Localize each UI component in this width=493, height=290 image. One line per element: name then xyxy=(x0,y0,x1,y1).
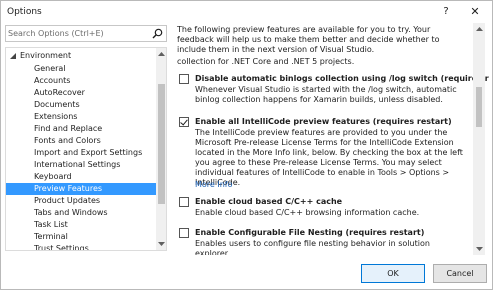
tree-item-label: Tabs and Windows xyxy=(34,208,108,217)
tree-item-label: Accounts xyxy=(34,76,71,85)
tree-item-label: Keyboard xyxy=(34,172,72,181)
tree-item-label: General xyxy=(34,64,66,73)
tree-item-trust-settings[interactable]: Trust Settings xyxy=(6,243,156,251)
tree-scrollbar[interactable] xyxy=(156,48,166,250)
scroll-down-arrow-icon[interactable] xyxy=(476,245,483,253)
tree-item-label: AutoRecover xyxy=(34,88,85,97)
tree-item-terminal[interactable]: Terminal xyxy=(6,231,156,243)
tree-item-autorecover[interactable]: AutoRecover xyxy=(6,87,156,99)
tree-item-tabs-and-windows[interactable]: Tabs and Windows xyxy=(6,207,156,219)
tree-item-general[interactable]: General xyxy=(6,63,156,75)
scroll-up-arrow-icon[interactable] xyxy=(158,50,165,58)
tree-item-label: Extensions xyxy=(34,112,78,121)
ok-button[interactable]: OK xyxy=(361,264,425,283)
scroll-up-arrow-icon[interactable] xyxy=(476,25,483,33)
tree-scroll-thumb[interactable] xyxy=(158,84,165,204)
feature-description: Enables users to configure file nesting … xyxy=(195,239,430,255)
intro-text: The following preview features are avail… xyxy=(177,25,440,54)
feature-checkbox[interactable] xyxy=(179,228,189,238)
feature-checkbox[interactable] xyxy=(179,74,189,84)
tree-item-preview-features[interactable]: Preview Features xyxy=(6,183,156,195)
title-bar: Options ? ✕ xyxy=(1,1,492,23)
tree-item-label: Task List xyxy=(34,220,68,229)
options-dialog: Options ? ✕ Environment General Accounts… xyxy=(0,0,493,290)
feature-checkbox[interactable] xyxy=(179,117,189,127)
preview-features-panel: The following preview features are avail… xyxy=(173,23,489,255)
tree-item-keyboard[interactable]: Keyboard xyxy=(6,171,156,183)
feature-description: Enable cloud based C/C++ browsing inform… xyxy=(195,208,420,217)
tree-item-label: Preview Features xyxy=(34,184,103,193)
clipped-description: collection for .NET Core and .NET 5 proj… xyxy=(177,57,355,66)
content-scroll-thumb[interactable] xyxy=(476,87,482,127)
tree-item-find-and-replace[interactable]: Find and Replace xyxy=(6,123,156,135)
tree-item-accounts[interactable]: Accounts xyxy=(6,75,156,87)
window-title: Options xyxy=(7,7,42,17)
feature-title[interactable]: Enable all IntelliCode preview features … xyxy=(195,116,452,127)
feature-description: Whenever Visual Studio is started with t… xyxy=(195,85,457,104)
tree-item-product-updates[interactable]: Product Updates xyxy=(6,195,156,207)
options-tree: Environment General Accounts AutoRecover… xyxy=(5,47,167,251)
tree-item-documents[interactable]: Documents xyxy=(6,99,156,111)
feature-title[interactable]: Enable Configurable File Nesting (requir… xyxy=(195,227,424,238)
help-button[interactable]: ? xyxy=(438,4,454,20)
tree-item-international-settings[interactable]: International Settings xyxy=(6,159,156,171)
cancel-button[interactable]: Cancel xyxy=(433,264,487,283)
feature-title[interactable]: Enable cloud based C/C++ cache xyxy=(195,196,342,207)
content-scrollbar[interactable] xyxy=(473,23,485,255)
tree-item-label: Terminal xyxy=(34,232,68,241)
scroll-down-arrow-icon[interactable] xyxy=(158,240,165,248)
tree-item-import-export-settings[interactable]: Import and Export Settings xyxy=(6,147,156,159)
search-box[interactable] xyxy=(5,25,167,42)
feature-checkbox[interactable] xyxy=(179,197,189,207)
options-navigation: Environment General Accounts AutoRecover… xyxy=(5,25,167,251)
close-button[interactable]: ✕ xyxy=(467,4,483,20)
more-info-link[interactable]: More Info xyxy=(195,180,233,189)
feature-description: The IntelliCode preview features are pro… xyxy=(195,128,463,187)
tree-item-task-list[interactable]: Task List xyxy=(6,219,156,231)
feature-title[interactable]: Disable automatic binlogs collection usi… xyxy=(195,73,489,84)
tree-item-label: Documents xyxy=(34,100,80,109)
search-icon[interactable] xyxy=(152,28,163,39)
expanded-triangle-icon[interactable] xyxy=(10,53,16,59)
search-input[interactable] xyxy=(8,27,148,40)
tree-item-label: Trust Settings xyxy=(34,244,89,251)
tree-item-label: Fonts and Colors xyxy=(34,136,101,145)
tree-item-label: Environment xyxy=(20,51,72,60)
tree-item-fonts-and-colors[interactable]: Fonts and Colors xyxy=(6,135,156,147)
tree-item-environment[interactable]: Environment xyxy=(6,50,156,62)
tree-item-extensions[interactable]: Extensions xyxy=(6,111,156,123)
tree-item-label: Product Updates xyxy=(34,196,101,205)
tree-item-label: International Settings xyxy=(34,160,121,169)
tree-item-label: Import and Export Settings xyxy=(34,148,143,157)
tree-item-label: Find and Replace xyxy=(34,124,103,133)
